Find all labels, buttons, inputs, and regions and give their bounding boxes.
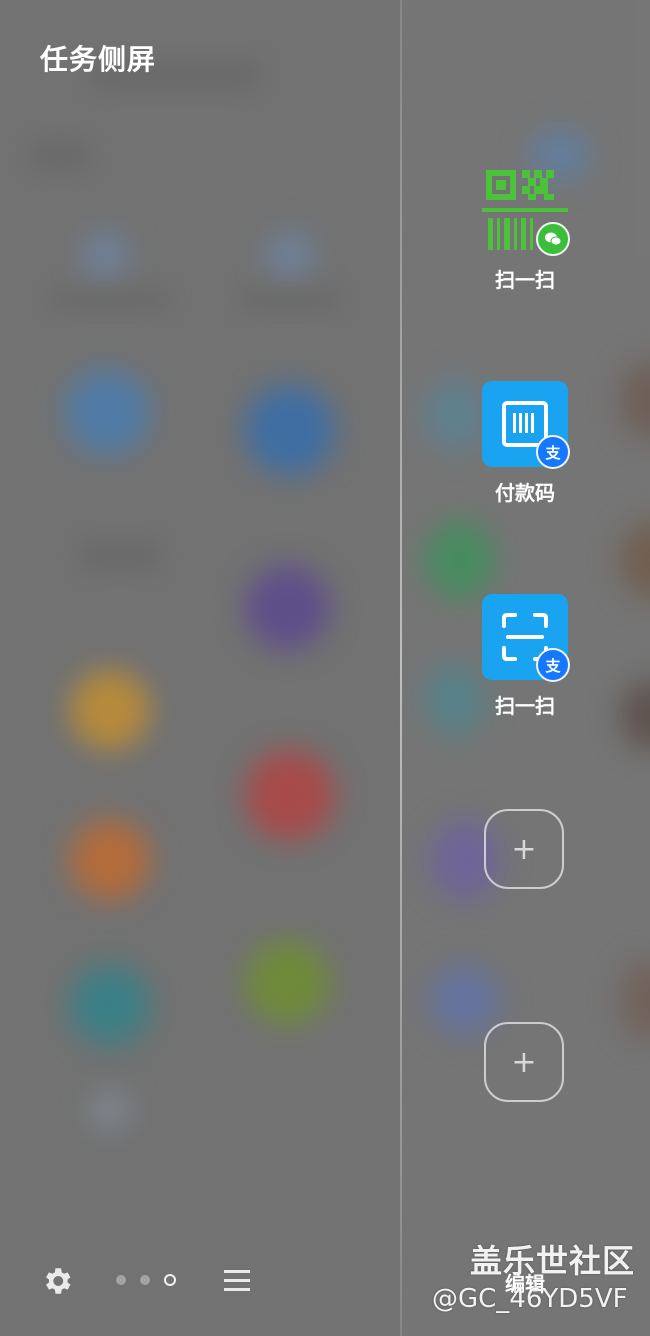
plus-icon: + [511, 1044, 537, 1080]
shortcut-wechat-scan[interactable]: 扫一扫 [460, 168, 590, 293]
blurred-app-icon [245, 750, 335, 840]
hamburger-menu-icon[interactable] [222, 1266, 252, 1296]
shortcut-label: 扫一扫 [495, 694, 555, 718]
blurred-app-icon [245, 565, 330, 650]
watermark-user: @GC_46YD5VF [432, 1284, 628, 1314]
add-shortcut-button[interactable]: + [484, 1022, 564, 1102]
blurred-app-icon [80, 230, 130, 280]
blurred-app-icon [245, 385, 335, 475]
blurred-app-icon [245, 940, 330, 1025]
blurred-app-icon [70, 820, 150, 900]
watermark-community: 盖乐世社区 [470, 1242, 636, 1280]
bottom-bar [0, 1252, 400, 1312]
alipay-payment-code-tile: 支 [482, 381, 570, 469]
page-dot-active[interactable] [164, 1274, 176, 1286]
blurred-app-label [50, 290, 170, 310]
panel-title: 任务侧屏 [40, 43, 157, 76]
blurred-app-label [80, 540, 160, 570]
blurred-app-icon [90, 1090, 130, 1130]
page-dot[interactable] [140, 1275, 150, 1285]
page-dot[interactable] [116, 1275, 126, 1285]
blurred-app-icon [65, 370, 150, 455]
blurred-tab [30, 140, 90, 170]
gear-icon[interactable] [40, 1264, 74, 1298]
blurred-app-icon [70, 965, 150, 1045]
shortcut-label: 扫一扫 [495, 268, 555, 292]
alipay-scan-tile: 支 [482, 594, 570, 682]
alipay-icon: 支 [536, 648, 570, 682]
screen: 任务侧屏 扫一扫 支 付款码 支 扫一扫 + + 编辑 盖乐世社区 @GC_46… [0, 0, 650, 1336]
panel-divider [400, 0, 402, 1336]
blurred-app-icon [70, 670, 150, 750]
alipay-icon: 支 [536, 435, 570, 469]
plus-icon: + [511, 831, 537, 867]
shortcut-alipay-payment-code[interactable]: 支 付款码 [460, 381, 590, 506]
blurred-app-icon [265, 230, 315, 280]
wechat-scan-tile [482, 168, 570, 256]
shortcut-alipay-scan[interactable]: 支 扫一扫 [460, 594, 590, 719]
page-indicator [116, 1274, 176, 1286]
shortcut-label: 付款码 [495, 481, 555, 505]
add-shortcut-button[interactable]: + [484, 809, 564, 889]
wechat-icon [536, 222, 570, 256]
blurred-app-label [240, 290, 340, 310]
